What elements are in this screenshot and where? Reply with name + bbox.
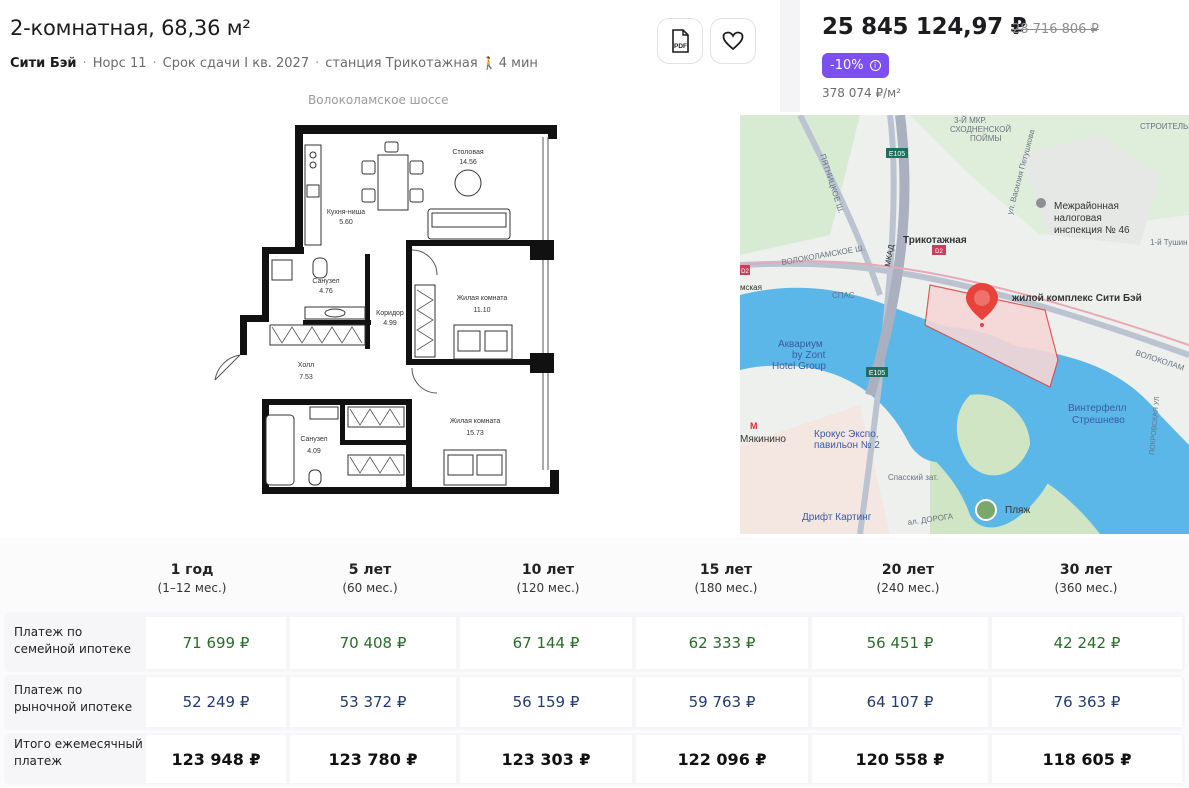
family-10y: 67 144 ₽ (460, 617, 632, 669)
family-30y: 42 242 ₽ (992, 617, 1182, 669)
total-1y: 123 948 ₽ (146, 735, 286, 783)
market-15y: 59 763 ₽ (636, 677, 808, 727)
svg-text:Крокус Экспо,: Крокус Экспо, (814, 429, 879, 440)
listing-title: 2-комнатная, 68,36 м² (10, 16, 251, 40)
svg-text:E105: E105 (869, 370, 885, 377)
metro-station: станция Трикотажная (325, 56, 478, 71)
svg-text:Пляж: Пляж (1005, 505, 1030, 516)
row-label-family: Платеж по семейной ипотеке (14, 625, 132, 656)
location-map[interactable]: E105 E105 D2 D2 3-Й МКР. СХОДНЕНСКОЙ ПОЙ… (740, 115, 1189, 534)
discount-value: -10% (830, 58, 864, 73)
beach-photo-icon (975, 499, 997, 521)
svg-text:мская: мская (740, 283, 762, 292)
market-30y: 76 363 ₽ (992, 677, 1182, 727)
svg-text:15.73: 15.73 (466, 430, 484, 437)
svg-text:4.99: 4.99 (383, 320, 397, 327)
svg-text:Мякинино: Мякинино (740, 434, 786, 445)
info-icon: i (869, 60, 881, 71)
svg-text:налоговая: налоговая (1054, 213, 1102, 224)
svg-text:Трикотажная: Трикотажная (903, 235, 967, 246)
svg-text:М: М (750, 421, 758, 431)
svg-text:жилой комплекс Сити Бэй: жилой комплекс Сити Бэй (1011, 293, 1142, 304)
svg-text:D2: D2 (935, 249, 943, 255)
col-head-1: 1 год (1–12 мес.) (157, 562, 227, 595)
svg-text:4.76: 4.76 (319, 288, 333, 295)
total-30y: 118 605 ₽ (992, 735, 1182, 783)
floor-plan[interactable]: Столовая 14.56 Кухня-ниша 5.60 Санузел 4.76… (210, 115, 570, 500)
total-20y: 120 558 ₽ (812, 735, 988, 783)
family-5y: 70 408 ₽ (290, 617, 456, 669)
col-head-20: 20 лет (240 мес.) (876, 562, 940, 595)
family-1y: 71 699 ₽ (146, 617, 286, 669)
svg-text:СХОДНЕНСКОЙ: СХОДНЕНСКОЙ (950, 125, 1011, 134)
svg-text:Коридор: Коридор (376, 310, 404, 317)
svg-text:Дрифт Картинг: Дрифт Картинг (802, 511, 872, 523)
svg-text:E105: E105 (889, 151, 905, 158)
building-name: Норс 11 (92, 56, 147, 71)
family-15y: 62 333 ₽ (636, 617, 808, 669)
svg-text:by Zont: by Zont (792, 350, 826, 361)
svg-text:инспекция № 46: инспекция № 46 (1054, 225, 1130, 236)
svg-text:СПАС: СПАС (832, 291, 855, 300)
col-head-15: 15 лет (180 мес.) (694, 562, 758, 595)
svg-text:7.53: 7.53 (299, 374, 313, 381)
total-10y: 123 303 ₽ (460, 735, 632, 783)
svg-text:5.60: 5.60 (339, 219, 353, 226)
price-per-m2: 378 074 ₽/м² (822, 86, 901, 100)
svg-text:Спасский зат.: Спасский зат. (888, 473, 938, 482)
delivery-date: Срок сдачи I кв. 2027 (162, 56, 310, 71)
svg-text:Аквариум: Аквариум (778, 339, 823, 350)
svg-text:Межрайонная: Межрайонная (1054, 201, 1119, 212)
plan-street-label: Волоколамское шоссе (308, 93, 449, 107)
svg-text:Hotel Group: Hotel Group (772, 361, 826, 372)
svg-text:Стрешнево: Стрешнево (1072, 415, 1125, 426)
listing-subline: Сити Бэй · Норс 11 · Срок сдачи I кв. 2027 · с… (10, 56, 538, 71)
current-price: 25 845 124,97 ₽ (822, 14, 1027, 40)
svg-text:Жилая комната: Жилая комната (457, 295, 508, 302)
svg-text:3-Й МКР.: 3-Й МКР. (954, 116, 986, 125)
old-price: 28 716 806 ₽ (1012, 22, 1099, 37)
col-head-30: 30 лет (360 мес.) (1054, 562, 1118, 595)
market-5y: 53 372 ₽ (290, 677, 456, 727)
row-label-market: Платеж по рыночной ипотеке (14, 683, 133, 714)
family-20y: 56 451 ₽ (812, 617, 988, 669)
svg-text:Холл: Холл (298, 362, 315, 369)
svg-text:ПОЙМЫ: ПОЙМЫ (970, 134, 1001, 143)
market-1y: 52 249 ₽ (146, 677, 286, 727)
walking-person-icon: 🚶 (481, 56, 497, 70)
row-label-total: Итого ежемесячный платеж (14, 737, 143, 768)
svg-text:Жилая комната: Жилая комната (450, 418, 501, 425)
market-20y: 64 107 ₽ (812, 677, 988, 727)
building-icon (1036, 198, 1046, 208)
developer-link[interactable]: Сити Бэй (10, 56, 77, 71)
svg-text:Винтерфелл: Винтерфелл (1068, 402, 1127, 414)
heart-icon (722, 31, 744, 51)
total-5y: 123 780 ₽ (290, 735, 456, 783)
svg-text:D2: D2 (741, 269, 749, 275)
svg-text:14.56: 14.56 (459, 159, 477, 166)
svg-text:Столовая: Столовая (452, 149, 484, 156)
download-pdf-button[interactable]: PDF (657, 18, 703, 64)
market-10y: 56 159 ₽ (460, 677, 632, 727)
pdf-icon: PDF (672, 29, 689, 53)
walk-time: 4 мин (498, 56, 538, 71)
svg-text:4.09: 4.09 (307, 448, 321, 455)
pdf-label: PDF (674, 43, 687, 50)
col-head-5: 5 лет (60 мес.) (342, 562, 398, 595)
favorite-button[interactable] (710, 18, 756, 64)
svg-text:11.10: 11.10 (474, 307, 491, 314)
svg-text:Санузел: Санузел (300, 436, 327, 443)
svg-text:1-й Тушин: 1-й Тушин (1150, 238, 1188, 247)
total-15y: 122 096 ₽ (636, 735, 808, 783)
svg-text:Кухня-ниша: Кухня-ниша (327, 209, 365, 216)
col-head-10: 10 лет (120 мес.) (516, 562, 580, 595)
discount-badge[interactable]: -10% i (822, 53, 889, 78)
svg-text:Санузел: Санузел (312, 278, 339, 285)
plan-windows (542, 137, 549, 470)
svg-text:павильон № 2: павильон № 2 (814, 440, 880, 451)
svg-text:СТРОИТЕЛЬН: СТРОИТЕЛЬН (1140, 122, 1189, 131)
